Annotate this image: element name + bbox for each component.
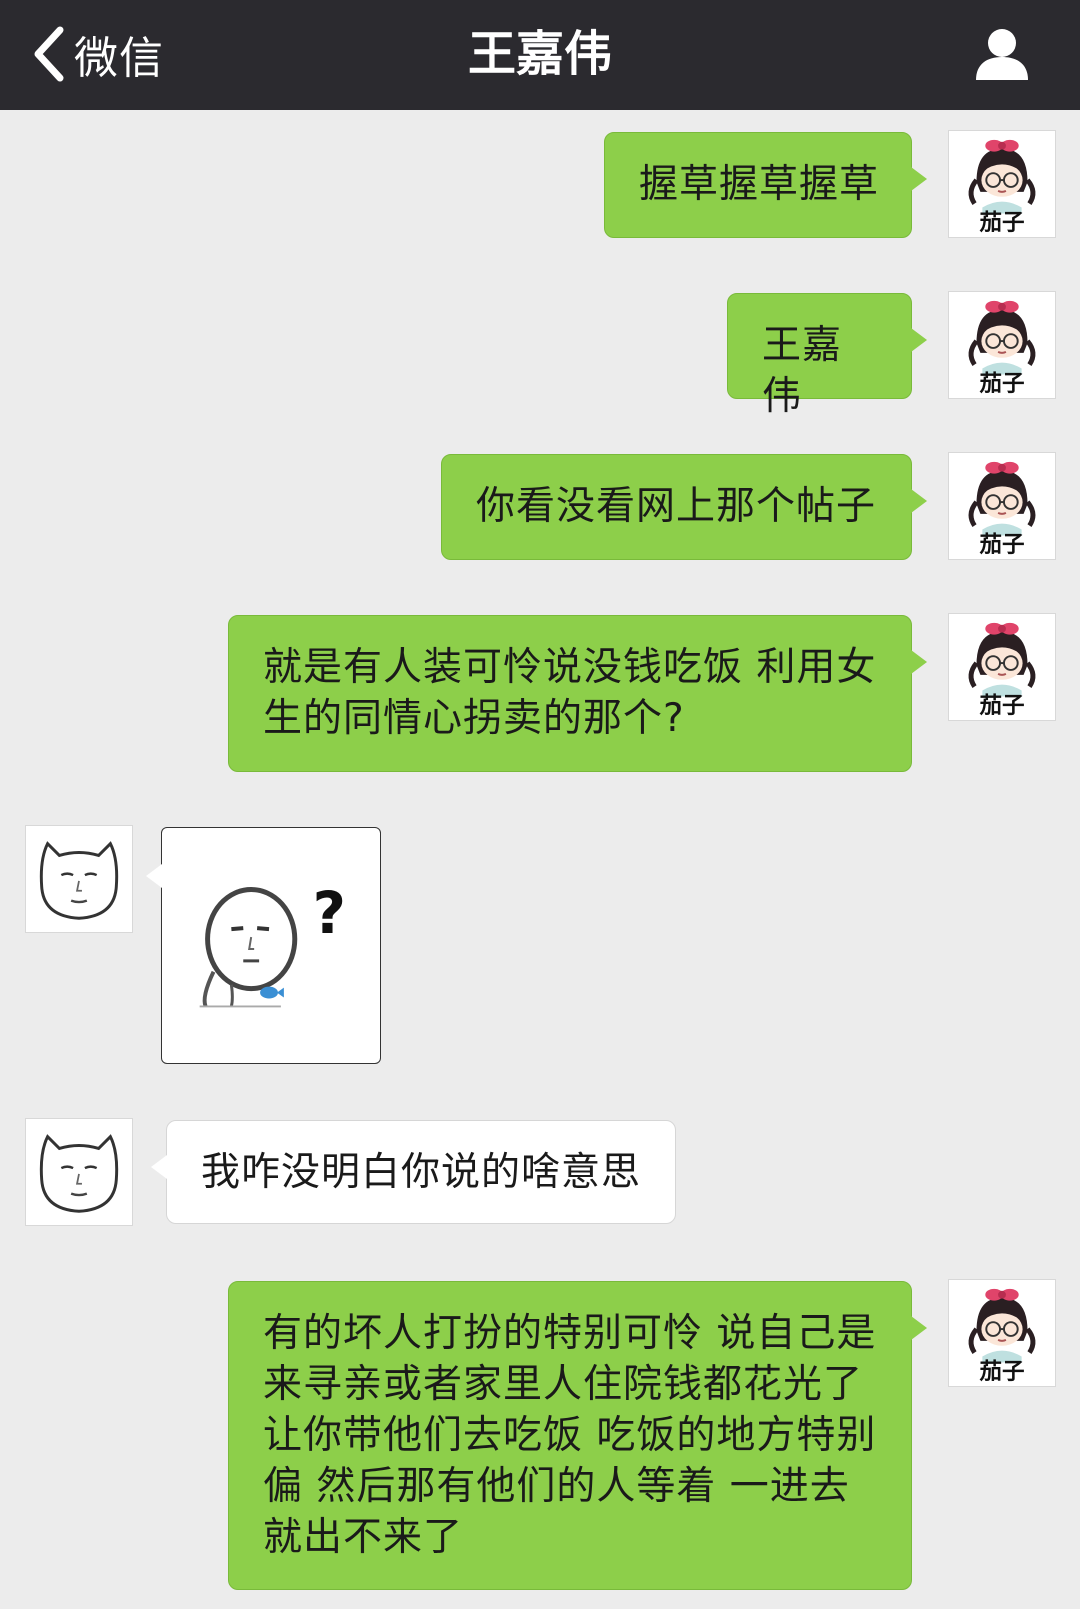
message-text: 有的坏人打扮的特别可怜 说自己是来寻亲或者家里人住院钱都花光了 让你带他们去吃饭… — [263, 1311, 877, 1560]
cat-face-avatar-icon — [39, 1134, 119, 1213]
contact-avatar[interactable] — [25, 825, 133, 933]
self-avatar[interactable]: 茄子 — [948, 613, 1056, 721]
message-bubble-outgoing[interactable]: 就是有人装可怜说没钱吃饭 利用女生的同情心拐卖的那个? — [228, 615, 927, 772]
girl-cartoon-avatar-icon: 茄子 — [968, 622, 1036, 719]
sticker-question-mark: ? — [313, 880, 346, 947]
message-bubble-outgoing[interactable]: 握草握草握草 — [604, 132, 927, 238]
sticker-message[interactable]: ? — [146, 827, 381, 1064]
message-text: 我咋没明白你说的啥意思 — [201, 1150, 642, 1195]
self-avatar[interactable]: 茄子 — [948, 1279, 1056, 1387]
contact-avatar[interactable] — [25, 1118, 133, 1226]
message-bubble-incoming[interactable]: 我咋没明白你说的啥意思 — [151, 1120, 676, 1224]
avatar-label: 茄子 — [979, 692, 1024, 719]
chat-title: 王嘉伟 — [467, 26, 612, 82]
message-text: 就是有人装可怜说没钱吃饭 利用女生的同情心拐卖的那个? — [263, 645, 877, 741]
message-bubble-outgoing[interactable]: 王嘉伟 — [727, 293, 927, 419]
self-avatar[interactable]: 茄子 — [948, 452, 1056, 560]
avatar-label: 茄子 — [979, 531, 1024, 558]
confused-face-sticker-icon: ? — [199, 880, 346, 1008]
self-avatar[interactable]: 茄子 — [948, 130, 1056, 238]
nav-bar: 微信 王嘉伟 — [0, 0, 1080, 110]
girl-cartoon-avatar-icon: 茄子 — [968, 300, 1036, 397]
message-text: 你看没看网上那个帖子 — [476, 484, 877, 529]
profile-button[interactable] — [970, 26, 1034, 82]
person-icon — [976, 29, 1028, 80]
self-avatar[interactable]: 茄子 — [948, 291, 1056, 399]
avatar-label: 茄子 — [979, 1358, 1024, 1385]
message-bubble-outgoing[interactable]: 你看没看网上那个帖子 — [441, 454, 927, 560]
message-bubble-outgoing[interactable]: 有的坏人打扮的特别可怜 说自己是来寻亲或者家里人住院钱都花光了 让你带他们去吃饭… — [228, 1281, 927, 1590]
girl-cartoon-avatar-icon: 茄子 — [968, 461, 1036, 558]
girl-cartoon-avatar-icon: 茄子 — [968, 1288, 1036, 1385]
message-text: 握草握草握草 — [639, 162, 880, 207]
avatar-label: 茄子 — [979, 370, 1024, 397]
avatar-label: 茄子 — [979, 209, 1024, 236]
girl-cartoon-avatar-icon: 茄子 — [968, 139, 1036, 236]
cat-face-avatar-icon — [39, 841, 119, 920]
message-text: 王嘉伟 — [762, 323, 843, 419]
